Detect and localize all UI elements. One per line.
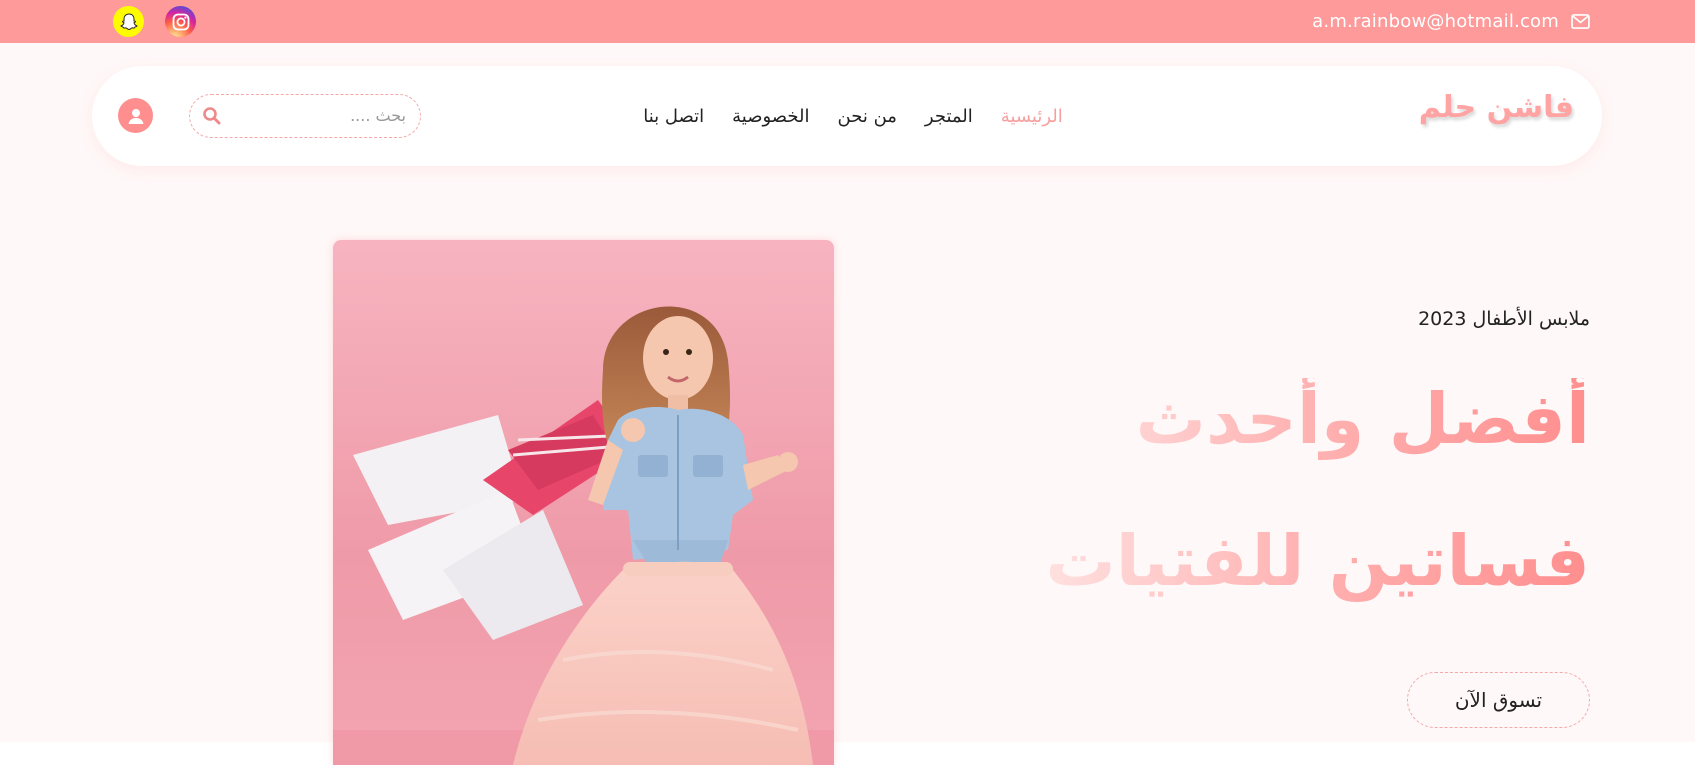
nav-item-store[interactable]: المتجر xyxy=(925,106,973,127)
hero-subtitle: ملابس الأطفال 2023 xyxy=(1418,308,1590,330)
snapchat-icon xyxy=(119,12,138,30)
snapchat-link[interactable] xyxy=(113,6,144,37)
search-icon[interactable] xyxy=(202,106,222,126)
search-input[interactable] xyxy=(236,95,406,135)
girl-with-shopping-bags-illustration xyxy=(333,306,834,765)
instagram-icon xyxy=(172,13,189,30)
main-header: فاشن حلم الرئيسية المتجر من نحن الخصوصية… xyxy=(92,66,1602,166)
email-text[interactable]: a.m.rainbow@hotmail.com xyxy=(1312,11,1559,32)
hero-image xyxy=(333,240,834,765)
nav-item-about[interactable]: من نحن xyxy=(838,106,897,127)
hero-headline-line1: أفضل وأحدث xyxy=(1135,378,1590,460)
top-bar: a.m.rainbow@hotmail.com xyxy=(0,0,1695,43)
search-box xyxy=(189,94,421,138)
hero-headline-line2: فساتين للفتيات xyxy=(1045,520,1590,602)
nav-item-privacy[interactable]: الخصوصية xyxy=(732,106,809,127)
instagram-link[interactable] xyxy=(165,6,196,37)
shop-now-button[interactable]: تسوق الآن xyxy=(1407,672,1590,728)
nav-item-contact[interactable]: اتصل بنا xyxy=(643,106,704,127)
user-icon xyxy=(128,108,143,124)
nav-item-home[interactable]: الرئيسية xyxy=(1001,106,1063,127)
contact-email[interactable]: a.m.rainbow@hotmail.com xyxy=(1312,0,1590,43)
user-account-button[interactable] xyxy=(118,98,153,133)
mail-icon xyxy=(1571,14,1590,29)
